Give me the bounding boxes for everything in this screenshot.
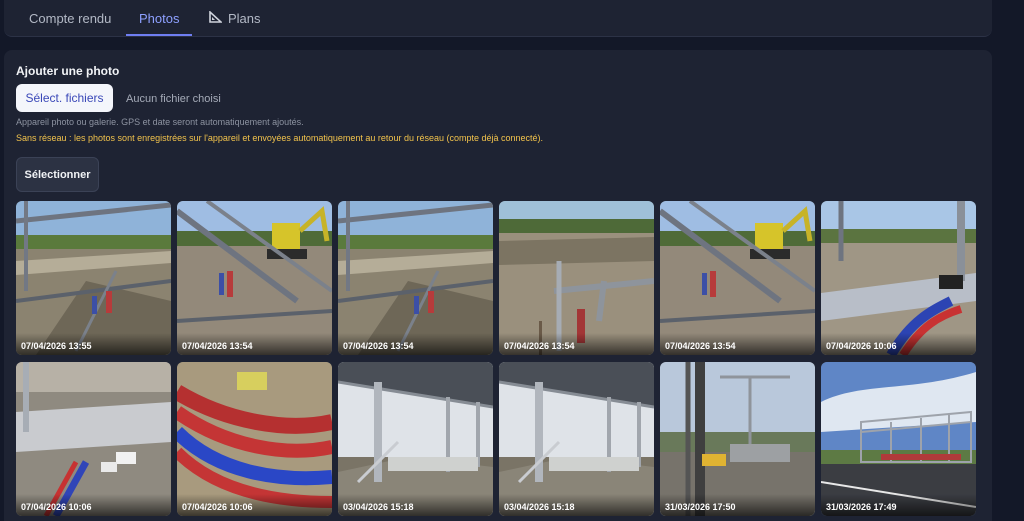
photo-thumbnail[interactable]: 07/04/2026 13:55: [16, 201, 171, 355]
photo-thumbnail[interactable]: 31/03/2026 17:50: [660, 362, 815, 516]
photo-date: 07/04/2026 10:06: [16, 494, 171, 516]
tab-bar: Compte rendu Photos Plans: [4, 0, 992, 37]
photo-thumbnail[interactable]: 07/04/2026 13:54: [177, 201, 332, 355]
photo-thumbnail[interactable]: 07/04/2026 10:06: [177, 362, 332, 516]
offline-warning: Sans réseau : les photos sont enregistré…: [16, 133, 544, 143]
photo-panel: Ajouter une photo Sélect. fichiers Aucun…: [4, 50, 992, 521]
photo-date: 07/04/2026 13:54: [660, 333, 815, 355]
photo-date: 07/04/2026 10:06: [821, 333, 976, 355]
photo-grid: 07/04/2026 13:55 07/04/2026 13:54 07/04/…: [16, 201, 976, 516]
select-files-button[interactable]: Sélect. fichiers: [16, 84, 113, 112]
photo-thumbnail[interactable]: 07/04/2026 13:54: [660, 201, 815, 355]
tab-label: Compte rendu: [29, 10, 112, 26]
photo-thumbnail[interactable]: 07/04/2026 13:54: [499, 201, 654, 355]
photo-date: 07/04/2026 13:55: [16, 333, 171, 355]
photo-date: 31/03/2026 17:49: [821, 494, 976, 516]
photo-thumbnail[interactable]: 31/03/2026 17:49: [821, 362, 976, 516]
photo-date: 31/03/2026 17:50: [660, 494, 815, 516]
photo-thumbnail[interactable]: 03/04/2026 15:18: [338, 362, 493, 516]
tab-photos[interactable]: Photos: [126, 0, 193, 36]
tab-plans[interactable]: Plans: [209, 0, 261, 36]
photo-date: 07/04/2026 13:54: [499, 333, 654, 355]
upload-hint: Appareil photo ou galerie. GPS et date s…: [16, 117, 304, 127]
photo-date: 07/04/2026 13:54: [177, 333, 332, 355]
file-status: Aucun fichier choisi: [126, 93, 221, 105]
page-scrollbar[interactable]: [992, 0, 1024, 521]
triangle-ruler-icon: [209, 9, 224, 26]
select-mode-button[interactable]: Sélectionner: [16, 157, 99, 192]
photo-date: 07/04/2026 13:54: [338, 333, 493, 355]
tab-compte-rendu[interactable]: Compte rendu: [29, 0, 111, 36]
tab-label: Photos: [139, 10, 180, 26]
photo-date: 03/04/2026 15:18: [499, 494, 654, 516]
photo-thumbnail[interactable]: 03/04/2026 15:18: [499, 362, 654, 516]
photo-thumbnail[interactable]: 07/04/2026 13:54: [338, 201, 493, 355]
photo-thumbnail[interactable]: 07/04/2026 10:06: [16, 362, 171, 516]
photo-date: 03/04/2026 15:18: [338, 494, 493, 516]
photo-thumbnail[interactable]: 07/04/2026 10:06: [821, 201, 976, 355]
photo-date: 07/04/2026 10:06: [177, 494, 332, 516]
tab-label: Plans: [228, 10, 261, 26]
section-title: Ajouter une photo: [16, 64, 120, 78]
